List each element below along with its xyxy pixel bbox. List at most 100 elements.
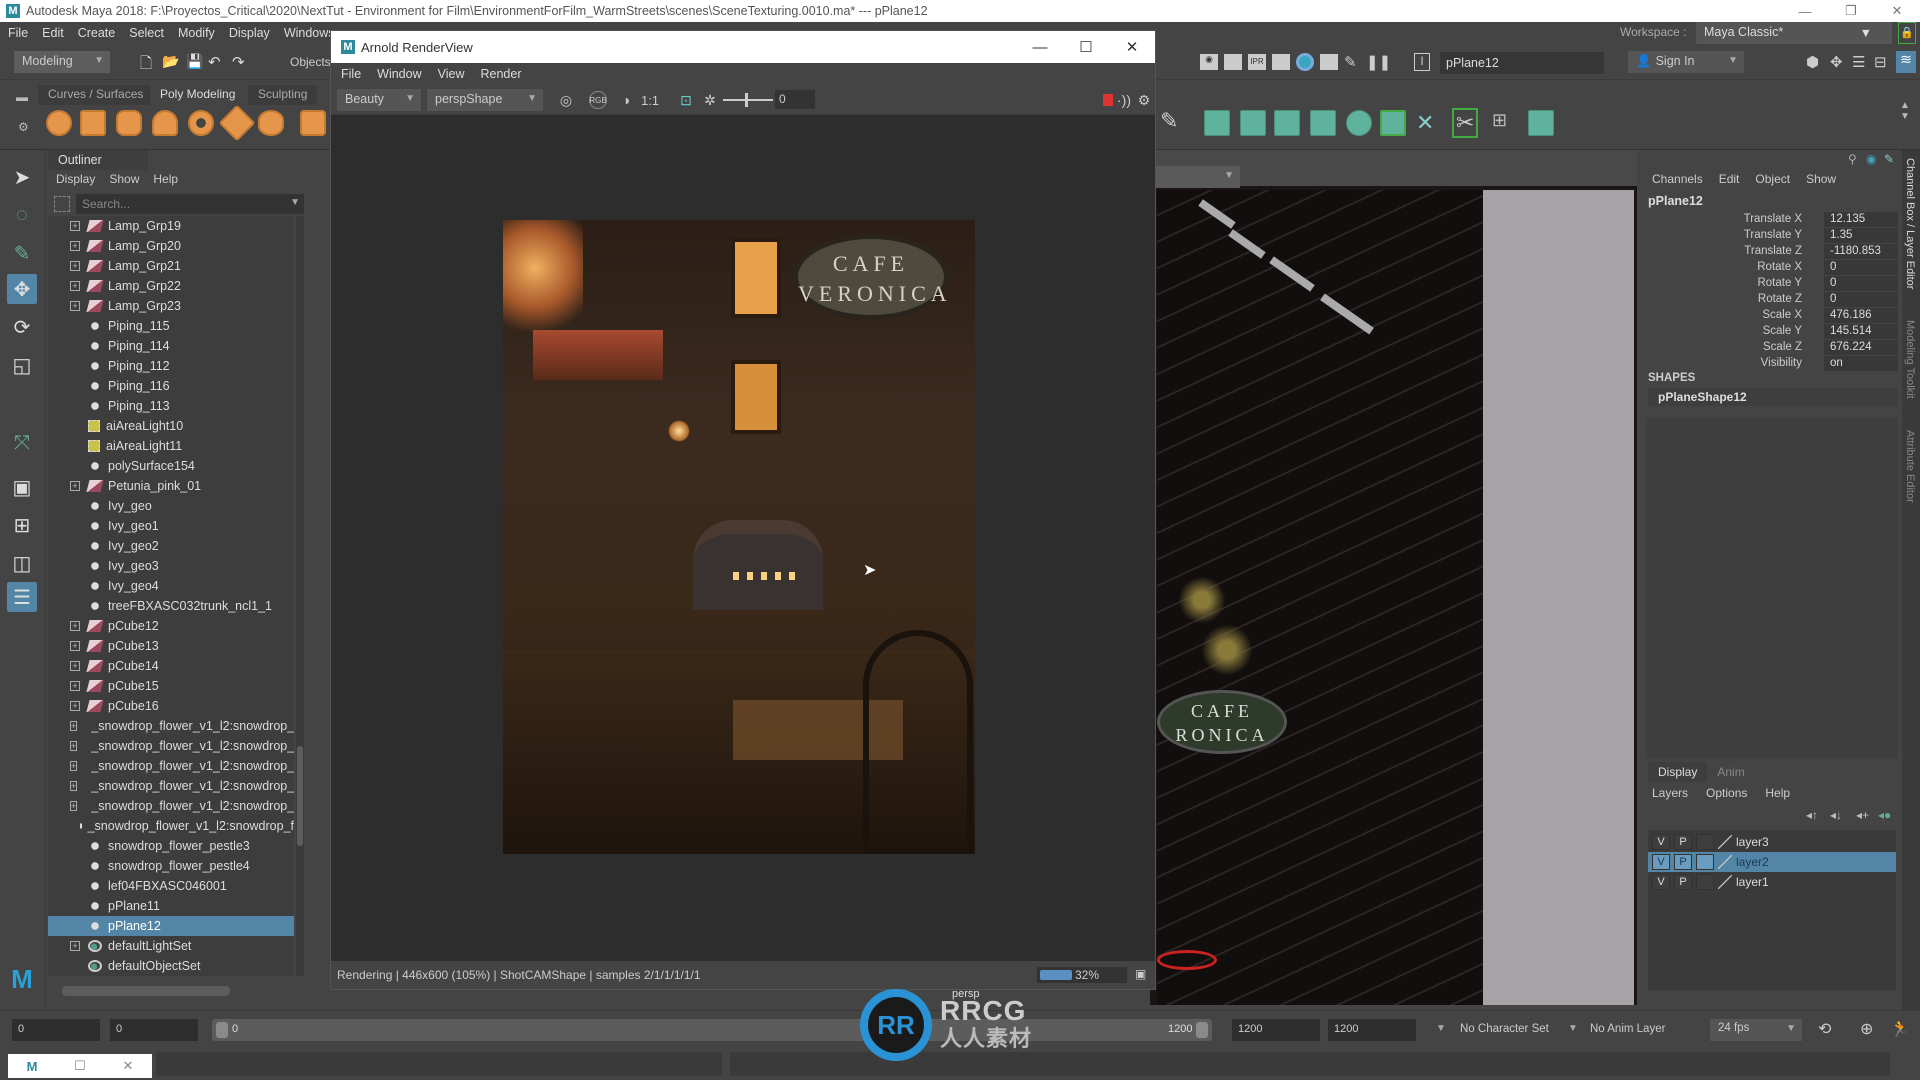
outliner-item[interactable]: + Lamp_Grp20 bbox=[48, 236, 294, 256]
menu-edit[interactable]: Edit bbox=[42, 26, 64, 40]
render-settings-icon[interactable] bbox=[1272, 54, 1290, 70]
start-time-field[interactable]: 0 bbox=[12, 1019, 100, 1041]
new-layer-icon[interactable]: ◂+ bbox=[1856, 808, 1869, 822]
outliner-menu-help[interactable]: Help bbox=[153, 172, 178, 186]
viewport-scene[interactable] bbox=[1157, 190, 1483, 1005]
outliner-item[interactable]: polySurface154 bbox=[48, 456, 294, 476]
outliner-item[interactable]: Ivy_geo bbox=[48, 496, 294, 516]
panel-dropdown[interactable]: ▼ bbox=[1150, 166, 1240, 188]
unfold-icon[interactable] bbox=[1346, 110, 1372, 136]
lasso-tool-icon[interactable]: ◌ bbox=[7, 200, 37, 230]
expand-icon[interactable]: + bbox=[70, 781, 78, 791]
attribute-label[interactable]: Scale X bbox=[1762, 309, 1802, 321]
redo-icon[interactable]: ↷ bbox=[232, 53, 245, 71]
layer-color-swatch[interactable] bbox=[1718, 835, 1732, 849]
outliner-item[interactable]: treeFBXASC032trunk_ncl1_1 bbox=[48, 596, 294, 616]
chevron-down-icon[interactable]: ▼ bbox=[290, 197, 300, 208]
outliner-item[interactable]: Piping_112 bbox=[48, 356, 294, 376]
attribute-editor-icon[interactable]: ☰ bbox=[1852, 53, 1865, 71]
lock-icon[interactable]: 🔒 bbox=[1898, 22, 1916, 44]
channels-menu[interactable]: Channels bbox=[1652, 172, 1703, 186]
visibility-toggle[interactable]: V bbox=[1652, 834, 1670, 850]
outliner-item[interactable]: + Lamp_Grp23 bbox=[48, 296, 294, 316]
cylindrical-map-icon[interactable] bbox=[1240, 110, 1266, 136]
attribute-label[interactable]: Visibility bbox=[1761, 357, 1802, 369]
pause-icon[interactable]: ❚❚ bbox=[1366, 53, 1391, 71]
attribute-value-field[interactable]: on bbox=[1824, 356, 1898, 371]
fps-dropdown[interactable]: 24 fps ▼ bbox=[1710, 1019, 1802, 1041]
expand-icon[interactable]: + bbox=[70, 301, 80, 311]
camera-dropdown[interactable]: perspShape ▼ bbox=[427, 89, 543, 111]
uv-shell-icon[interactable]: ⊞ bbox=[1492, 110, 1507, 131]
tab-anim[interactable]: Anim bbox=[1707, 762, 1754, 782]
outliner-item[interactable]: Ivy_geo1 bbox=[48, 516, 294, 536]
visibility-toggle[interactable]: V bbox=[1652, 874, 1670, 890]
outliner-item[interactable]: Ivy_geo3 bbox=[48, 556, 294, 576]
object-menu[interactable]: Object bbox=[1755, 172, 1790, 186]
outliner-item[interactable]: Ivy_geo4 bbox=[48, 576, 294, 596]
outliner-menu-display[interactable]: Display bbox=[56, 172, 95, 186]
menu-modify[interactable]: Modify bbox=[178, 26, 215, 40]
input-line-icon[interactable]: I bbox=[1414, 53, 1430, 71]
open-scene-icon[interactable]: 📂 bbox=[162, 53, 179, 70]
channel-display-icon[interactable]: ◎ bbox=[557, 91, 575, 109]
outliner-item[interactable]: _snowdrop_flower_v1_l2:snowdrop_f bbox=[48, 816, 294, 836]
layers-menu[interactable]: Layers bbox=[1652, 786, 1688, 800]
outliner-item[interactable]: aiAreaLight10 bbox=[48, 416, 294, 436]
attribute-value-field[interactable]: 0 bbox=[1824, 292, 1898, 307]
side-tab-modeling-toolkit[interactable]: Modeling Toolkit bbox=[1904, 320, 1916, 399]
expand-icon[interactable]: + bbox=[70, 221, 80, 231]
expand-icon[interactable]: + bbox=[70, 481, 80, 491]
outliner-search-input[interactable]: Search... ▼ bbox=[76, 194, 304, 214]
alpha-icon[interactable]: ◑ bbox=[617, 91, 635, 109]
outliner-item[interactable]: + Lamp_Grp19 bbox=[48, 216, 294, 236]
attribute-value-field[interactable]: 0 bbox=[1824, 276, 1898, 291]
side-tab-attribute-editor[interactable]: Attribute Editor bbox=[1904, 430, 1916, 503]
channel-box-icon[interactable]: ⚲ bbox=[1848, 152, 1857, 166]
move-tool-icon[interactable]: ✥ bbox=[7, 274, 37, 304]
auto-key-icon[interactable]: ⊕ bbox=[1860, 1019, 1873, 1039]
expand-icon[interactable]: + bbox=[70, 281, 80, 291]
rv-close-button[interactable]: ✕ bbox=[1109, 31, 1155, 63]
attribute-label[interactable]: Scale Y bbox=[1763, 325, 1802, 337]
attribute-label[interactable]: Translate X bbox=[1744, 213, 1802, 225]
playback-toggle[interactable]: P bbox=[1674, 854, 1692, 870]
outliner-item[interactable]: Ivy_geo2 bbox=[48, 536, 294, 556]
chevron-down-icon[interactable]: ▼ bbox=[1436, 1023, 1446, 1034]
attribute-value-field[interactable]: 476.186 bbox=[1824, 308, 1898, 323]
maya-home-icon[interactable]: M bbox=[7, 964, 37, 994]
character-controls-icon[interactable]: ✥ bbox=[1830, 53, 1843, 71]
rv-menu-file[interactable]: File bbox=[341, 67, 361, 81]
rv-maximize-button[interactable]: ☐ bbox=[1063, 31, 1109, 63]
menu-select[interactable]: Select bbox=[129, 26, 164, 40]
layer-color-swatch[interactable] bbox=[1718, 855, 1732, 869]
render-setup-icon[interactable] bbox=[1320, 54, 1338, 70]
outliner-item[interactable]: + pCube14 bbox=[48, 656, 294, 676]
channel-box-toggle-icon[interactable]: ≋ bbox=[1896, 51, 1916, 73]
rgb-icon[interactable]: RGB bbox=[589, 91, 607, 109]
help-menu[interactable]: Help bbox=[1765, 786, 1790, 800]
new-layer-selected-icon[interactable]: ◂● bbox=[1878, 808, 1891, 822]
menu-windows[interactable]: Windows bbox=[284, 26, 335, 40]
expand-icon[interactable]: + bbox=[70, 941, 80, 951]
shelf-scroll-icon[interactable]: ▲ ▼ bbox=[1900, 100, 1910, 122]
playback-end-field[interactable]: 1200 bbox=[1232, 1019, 1320, 1041]
paint-select-icon[interactable]: ✎ bbox=[7, 238, 37, 268]
side-tab-channel-box[interactable]: Channel Box / Layer Editor bbox=[1904, 158, 1916, 289]
range-end-handle[interactable] bbox=[1196, 1022, 1208, 1038]
rv-menu-render[interactable]: Render bbox=[481, 67, 522, 81]
poly-plane-icon[interactable] bbox=[218, 104, 256, 142]
rotate-tool-icon[interactable]: ⟳ bbox=[7, 312, 37, 342]
ipr-render-icon[interactable]: IPR bbox=[1248, 54, 1266, 70]
layout-uv-icon[interactable] bbox=[1528, 110, 1554, 136]
objects-label[interactable]: Objects bbox=[290, 55, 331, 69]
outliner-item[interactable]: Piping_115 bbox=[48, 316, 294, 336]
save-scene-icon[interactable]: 💾 bbox=[186, 53, 203, 70]
menu-file[interactable]: File bbox=[8, 26, 28, 40]
maximize-button[interactable]: ❐ bbox=[1828, 0, 1874, 22]
one-to-one-button[interactable]: 1:1 bbox=[641, 91, 659, 109]
attribute-icon[interactable]: ✎ bbox=[1884, 152, 1894, 166]
outliner-item[interactable]: Piping_116 bbox=[48, 376, 294, 396]
poly-disc-icon[interactable] bbox=[258, 110, 284, 136]
attribute-value-field[interactable]: 145.514 bbox=[1824, 324, 1898, 339]
